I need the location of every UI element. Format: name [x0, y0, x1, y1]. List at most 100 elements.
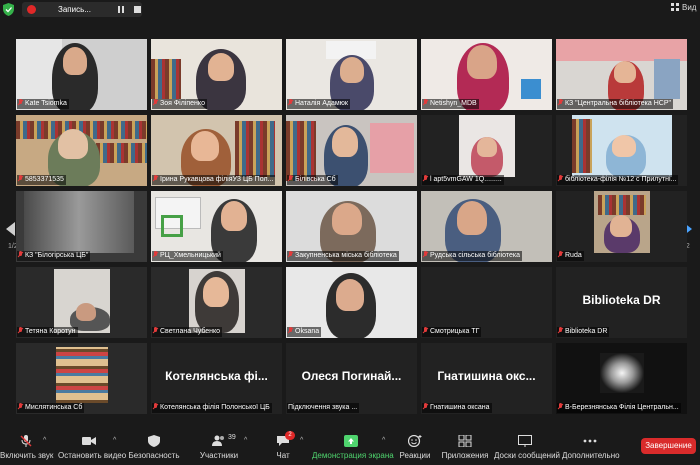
stop-recording-icon[interactable] — [134, 6, 141, 13]
reactions-label: Реакции — [399, 451, 431, 460]
video-tile[interactable]: Ірина Рукавцова філіяУЗ ЦБ Пол... — [151, 115, 282, 186]
muted-mic-icon — [18, 175, 23, 182]
muted-mic-icon — [18, 403, 23, 410]
more-label: Дополнительно — [562, 451, 620, 460]
muted-mic-icon — [18, 99, 23, 106]
video-tile[interactable]: Biblioteka DR Biblioteka DR — [556, 267, 687, 338]
muted-mic-icon — [153, 99, 158, 106]
chat-unread-badge: 2 — [285, 431, 295, 440]
security-shield-icon — [148, 435, 160, 447]
whiteboards-button[interactable]: Доски сообщений — [494, 430, 560, 465]
video-tile[interactable]: Олеся Погинай... Підключення звука ... — [286, 343, 417, 414]
muted-mic-icon — [288, 175, 293, 182]
view-label: Вид — [682, 3, 697, 12]
unmute-button[interactable]: Включить звук — [0, 430, 53, 465]
share-screen-button[interactable]: Демонстрация экрана — [312, 430, 394, 465]
apps-label: Приложения — [441, 451, 489, 460]
video-tile[interactable]: Зоя Філіпенко — [151, 39, 282, 110]
participant-name: КЗ "Центральна бібліотека НСР" — [557, 99, 673, 109]
video-tile[interactable]: Мислятинська Сб — [16, 343, 147, 414]
recording-label: Запись... — [58, 5, 91, 14]
muted-mic-icon — [288, 99, 293, 106]
previous-page-arrow-icon[interactable] — [6, 222, 15, 236]
audio-options-chevron-icon[interactable]: ^ — [43, 437, 46, 444]
muted-mic-icon — [423, 403, 428, 410]
participants-count: 39 — [228, 434, 236, 441]
video-tile[interactable]: Светлана Чубенко — [151, 267, 282, 338]
participants-label: Участники — [199, 451, 239, 460]
video-tile[interactable]: Рудська сільська бібліотека — [421, 191, 552, 262]
video-tile[interactable]: l apt5vmGAW 1Q......... — [421, 115, 552, 186]
participant-name: Oksana — [287, 327, 322, 337]
video-tile[interactable]: Ruda — [556, 191, 687, 262]
video-tile[interactable]: бібліотека-філія №12 с Прилутні... — [556, 115, 687, 186]
stop-video-label: Остановить видео — [58, 451, 127, 460]
video-tile[interactable]: Білівська Сб — [286, 115, 417, 186]
share-screen-icon — [344, 435, 358, 447]
video-tile-active-speaker[interactable]: Тетяна Коротун — [16, 267, 147, 338]
participant-name: Білівська Сб — [287, 175, 338, 185]
muted-mic-icon — [153, 175, 158, 182]
chat-button[interactable]: 2 Чат — [266, 430, 300, 465]
security-label: Безопасность — [128, 451, 180, 460]
participant-name: Kate Tsiomka — [17, 99, 69, 109]
video-tile[interactable]: КЗ "Центральна бібліотека НСР" — [556, 39, 687, 110]
record-dot-icon — [27, 5, 36, 14]
end-meeting-button[interactable]: Завершение — [641, 438, 696, 454]
participants-options-chevron-icon[interactable]: ^ — [244, 437, 247, 444]
more-button[interactable]: Дополнительно — [562, 430, 620, 465]
video-gallery: Kate Tsiomka Зоя Філіпенко Наталія Адамю… — [16, 39, 687, 417]
video-tile[interactable]: В-Березнянська Філія Центральн... — [556, 343, 687, 414]
grid-view-icon — [671, 3, 679, 11]
shield-check-icon[interactable] — [3, 3, 14, 16]
top-bar: Запись... Вид — [0, 0, 700, 20]
participant-name: Ruda — [557, 251, 584, 261]
participant-name: Ірина Рукавцова філіяУЗ ЦБ Пол... — [152, 175, 276, 185]
chat-label: Чат — [276, 451, 290, 460]
participant-name-large: Котелянська фі... — [165, 369, 268, 383]
participant-name: 5853371535 — [17, 175, 66, 185]
muted-mic-icon — [288, 327, 293, 334]
participant-name: Тетяна Коротун — [17, 327, 78, 337]
muted-mic-icon — [558, 403, 563, 410]
muted-mic-icon — [18, 251, 23, 258]
video-camera-icon — [82, 437, 96, 445]
participant-name-large: Biblioteka DR — [582, 293, 661, 307]
participant-name-large: Олеся Погинай... — [301, 369, 402, 383]
whiteboard-icon — [518, 435, 532, 447]
participant-name: Смотрицька ТГ — [422, 327, 482, 337]
recording-indicator: Запись... — [22, 2, 142, 17]
video-tile[interactable]: Смотрицька ТГ — [421, 267, 552, 338]
video-tile[interactable]: 5853371535 — [16, 115, 147, 186]
participants-button[interactable]: 39 Участники — [196, 430, 242, 465]
reactions-button[interactable]: Реакции — [396, 430, 434, 465]
video-tile[interactable]: РЦ_Хмельницький — [151, 191, 282, 262]
participant-name: Мислятинська Сб — [17, 403, 85, 413]
chat-options-chevron-icon[interactable]: ^ — [300, 437, 303, 444]
muted-mic-icon — [423, 99, 428, 106]
video-tile[interactable]: Netishyn_MDB — [421, 39, 552, 110]
video-tile[interactable]: Oksana — [286, 267, 417, 338]
video-tile[interactable]: Закупненська міська бібліотека — [286, 191, 417, 262]
participant-name: Котелянська філія Полонської ЦБ — [152, 403, 272, 413]
participant-name: Підключення звука ... — [287, 403, 360, 413]
pause-recording-icon[interactable] — [118, 6, 125, 13]
security-button[interactable]: Безопасность — [128, 430, 180, 465]
video-tile[interactable]: Гнатишина окс... Гнатишина оксана — [421, 343, 552, 414]
muted-microphone-icon — [20, 435, 32, 447]
share-options-chevron-icon[interactable]: ^ — [382, 437, 385, 444]
apps-button[interactable]: Приложения — [440, 430, 490, 465]
muted-mic-icon — [558, 99, 563, 106]
video-options-chevron-icon[interactable]: ^ — [113, 437, 116, 444]
participant-name: Netishyn_MDB — [422, 99, 479, 109]
stop-video-button[interactable]: Остановить видео — [58, 430, 127, 465]
participant-name: Наталія Адамюк — [287, 99, 350, 109]
video-tile[interactable]: Котелянська фі... Котелянська філія Поло… — [151, 343, 282, 414]
muted-mic-icon — [153, 403, 158, 410]
video-tile[interactable]: Kate Tsiomka — [16, 39, 147, 110]
video-tile[interactable]: Наталія Адамюк — [286, 39, 417, 110]
view-button[interactable]: Вид — [671, 3, 696, 12]
more-dots-icon — [583, 439, 597, 443]
participant-name: Зоя Філіпенко — [152, 99, 207, 109]
video-tile[interactable]: КЗ "Білогірська ЦБ" — [16, 191, 147, 262]
